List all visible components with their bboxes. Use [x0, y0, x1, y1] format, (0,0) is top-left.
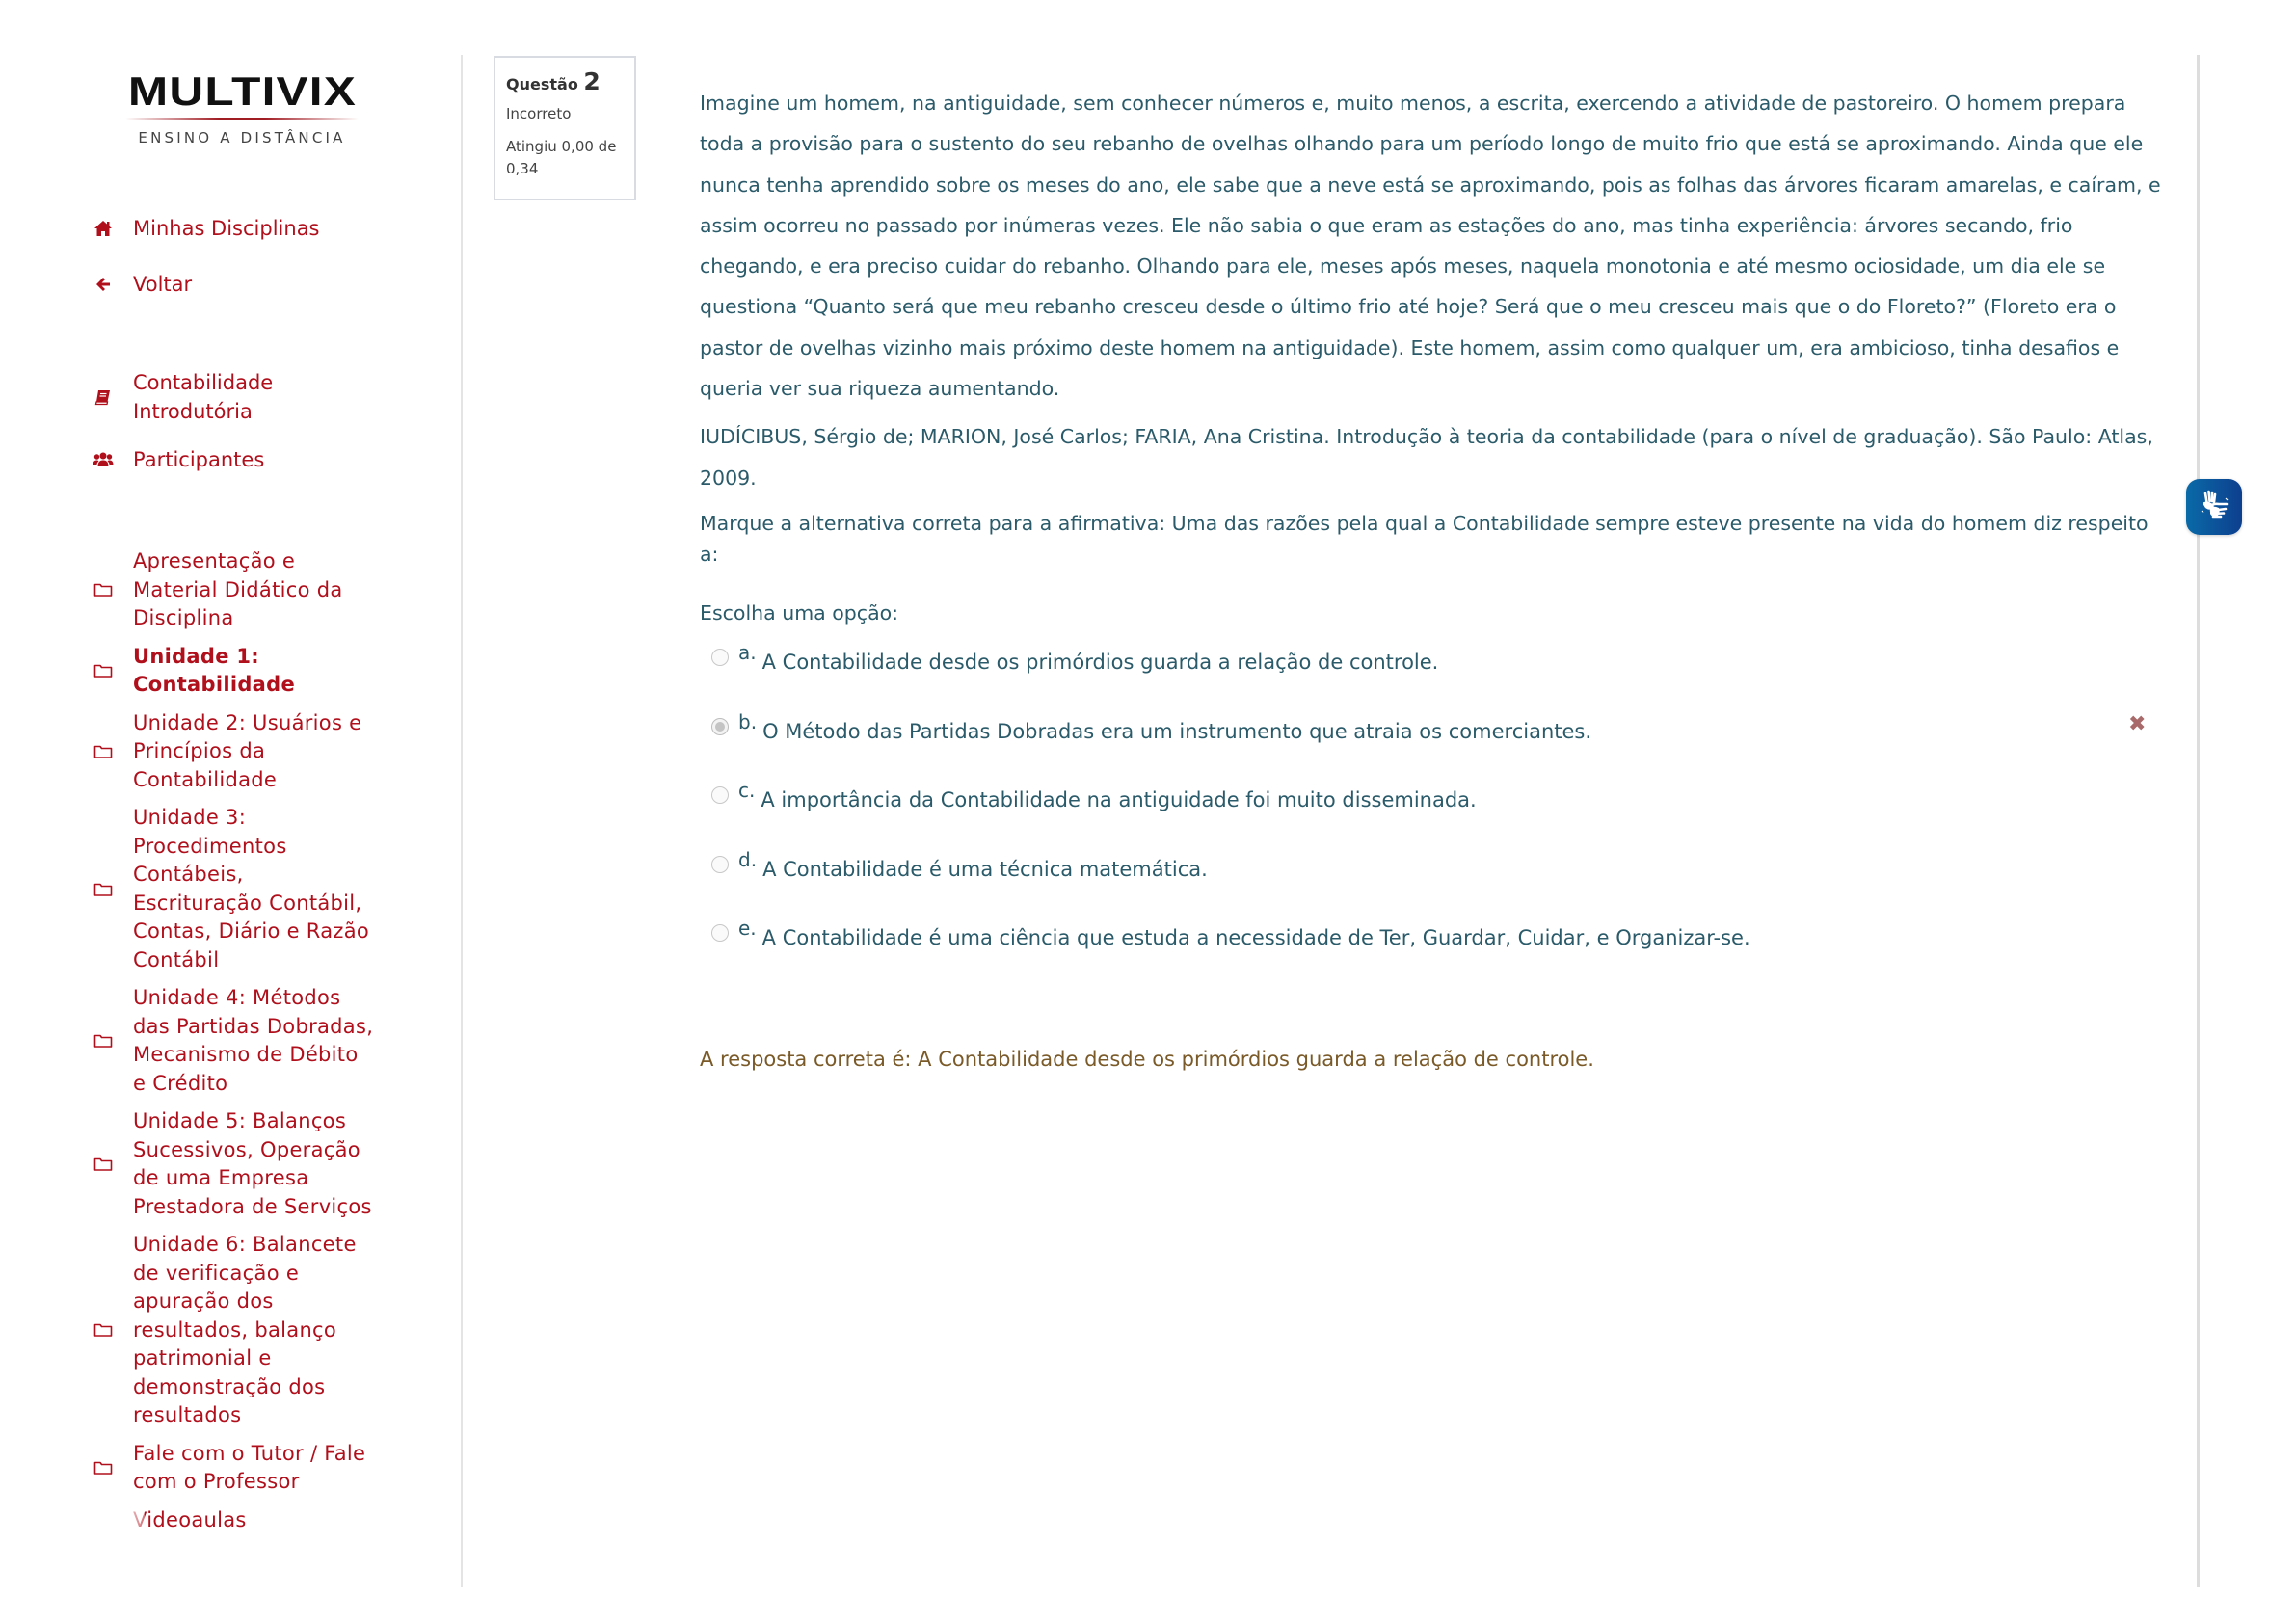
question-text: Imagine um homem, na antiguidade, sem co… [700, 92, 2161, 401]
answer-option[interactable]: a. A Contabilidade desde os primórdios gu… [711, 641, 2157, 710]
incorrect-x-icon: ✖ [2128, 711, 2147, 736]
section-item[interactable]: Unidade 4: Métodos das Partidas Dobradas… [91, 984, 418, 1098]
book-icon [91, 388, 116, 406]
answer-text: A Contabilidade é uma ciência que estuda… [761, 926, 1750, 949]
answer-text: A Contabilidade é uma técnica matemática… [762, 857, 1208, 881]
section-item-label: Videoaulas [133, 1507, 247, 1531]
choose-option-label: Escolha uma opção: [700, 600, 899, 625]
answer-text: A Contabilidade desde os primórdios guar… [761, 651, 1439, 674]
folder-icon [91, 744, 116, 759]
users-icon [91, 451, 116, 468]
arrow-left-icon [91, 276, 116, 293]
logo-tagline: ENSINO A DISTÂNCIA [138, 129, 346, 146]
section-item[interactable]: Unidade 5: Balanços Sucessivos, Operação… [91, 1107, 418, 1221]
section-item[interactable]: Unidade 1: Contabilidade [91, 643, 418, 700]
question-grade: Atingiu 0,00 de 0,34 [506, 138, 617, 177]
nav-participants-label: Participantes [133, 448, 265, 471]
answer-radio[interactable] [711, 717, 729, 735]
nav-participants[interactable]: Participantes [91, 445, 374, 474]
answer-radio[interactable] [711, 649, 729, 666]
content-right-border [2197, 55, 2200, 1587]
answer-letter: c. [738, 779, 756, 802]
answer-options: a. A Contabilidade desde os primórdios gu… [711, 641, 2157, 986]
section-item[interactable]: Unidade 6: Balancete de verificação e ap… [91, 1231, 418, 1430]
answer-letter: e. [738, 917, 757, 940]
sidebar: MULTIVIX ENSINO A DISTÂNCIA Minhas Disci… [0, 0, 453, 1623]
question-label: Questão [506, 75, 578, 93]
sidebar-divider [461, 55, 463, 1587]
section-item-label: Unidade 1: Contabilidade [133, 644, 296, 697]
nav-back-label: Voltar [133, 273, 193, 296]
nav-my-courses-label: Minhas Disciplinas [133, 217, 320, 240]
section-item-label: Unidade 2: Usuários e Princípios da Cont… [133, 710, 362, 791]
section-item-label: Unidade 5: Balanços Sucessivos, Operação… [133, 1109, 372, 1218]
section-item-label: Fale com o Tutor / Fale com o Professor [133, 1441, 366, 1494]
folder-icon [91, 1033, 116, 1049]
answer-radio[interactable] [711, 924, 729, 942]
answer-letter: b. [738, 709, 758, 733]
home-icon [91, 220, 116, 237]
multivix-logo[interactable]: MULTIVIX ENSINO A DISTÂNCIA [121, 69, 362, 146]
question-reference: IUDÍCIBUS, Sérgio de; MARION, José Carlo… [700, 425, 2153, 490]
folder-icon [91, 1157, 116, 1172]
folder-icon [91, 1460, 116, 1476]
logo-divider [125, 118, 359, 120]
answer-text: A importância da Contabilidade na antigu… [761, 788, 1477, 812]
section-item-label: Unidade 3: Procedimentos Contábeis, Escr… [133, 806, 370, 971]
accessibility-widget-button[interactable] [2186, 479, 2242, 535]
answer-text: O Método das Partidas Dobradas era um in… [762, 719, 1592, 743]
course-sections-list: Apresentação e Material Didático da Disc… [91, 547, 418, 1544]
sidebar-overlay [87, 1492, 145, 1588]
answer-option[interactable]: c. A importância da Contabilidade na anti… [711, 779, 2157, 848]
section-item[interactable]: Fale com o Tutor / Fale com o Professor [91, 1440, 418, 1497]
nav-my-courses[interactable]: Minhas Disciplinas [91, 214, 374, 243]
answer-radio[interactable] [711, 855, 729, 873]
question-content: Imagine um homem, na antiguidade, sem co… [700, 83, 2165, 627]
question-number: Questão 2 [506, 67, 624, 95]
answer-letter: d. [738, 847, 758, 871]
nav-course[interactable]: Contabilidade Introdutória [91, 368, 374, 426]
section-item[interactable]: Unidade 3: Procedimentos Contábeis, Escr… [91, 804, 418, 974]
answer-radio[interactable] [711, 786, 729, 804]
answer-option[interactable]: d. A Contabilidade é uma técnica matemáti… [711, 848, 2157, 918]
question-state: Incorreto [506, 105, 572, 122]
answer-option[interactable]: b. O Método das Partidas Dobradas era um … [711, 710, 2157, 780]
section-item[interactable]: Unidade 2: Usuários e Princípios da Cont… [91, 709, 418, 795]
section-item[interactable]: Apresentação e Material Didático da Disc… [91, 547, 418, 633]
section-item-label: Apresentação e Material Didático da Disc… [133, 549, 343, 629]
folder-icon [91, 882, 116, 897]
nav-back[interactable]: Voltar [91, 270, 374, 299]
question-prompt: Marque a alternativa correta para a afir… [700, 511, 2149, 566]
section-item-label: Unidade 4: Métodos das Partidas Dobradas… [133, 986, 374, 1095]
folder-icon [91, 1322, 116, 1338]
nav-course-label: Contabilidade Introdutória [133, 371, 274, 423]
question-info-box: Questão 2 Incorreto Atingiu 0,00 de 0,34 [494, 56, 636, 200]
folder-icon [91, 663, 116, 678]
answer-letter: a. [738, 641, 757, 664]
sign-language-hands-icon [2198, 490, 2230, 524]
correct-answer-feedback: A resposta correta é: A Contabilidade de… [700, 1048, 1594, 1071]
folder-icon [91, 582, 116, 598]
section-item-label: Unidade 6: Balancete de verificação e ap… [133, 1233, 357, 1426]
logo-wordmark: MULTIVIX [127, 68, 357, 114]
question-number-value: 2 [583, 67, 601, 95]
answer-option[interactable]: e. A Contabilidade é uma ciência que estu… [711, 917, 2157, 986]
